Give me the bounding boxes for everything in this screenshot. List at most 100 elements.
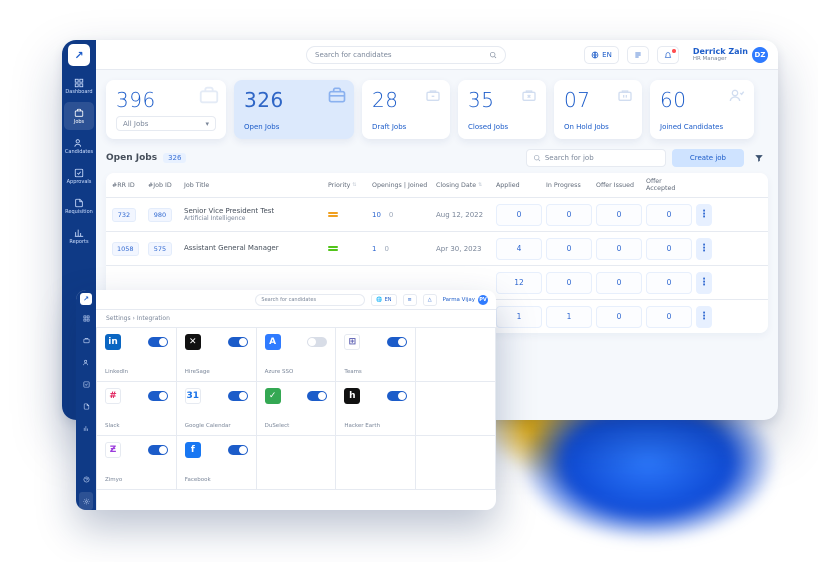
sidebar-item-dashboard[interactable]: Dashboard — [64, 72, 94, 100]
bell-small[interactable]: △ — [423, 294, 437, 306]
integration-toggle[interactable] — [228, 391, 248, 401]
sidebar-small: ↗ — [76, 290, 96, 510]
issued-cell[interactable]: 0 — [596, 238, 642, 260]
topbar: Search for candidates EN Derrick Zain HR… — [96, 40, 778, 70]
stat-closed-jobs[interactable]: 35 Closed Jobs — [458, 80, 546, 139]
app-logo[interactable]: ↗ — [68, 44, 90, 66]
notifications-button[interactable] — [657, 46, 679, 64]
col-priority[interactable]: Priority⇅ — [328, 182, 368, 189]
language-button[interactable]: EN — [584, 46, 619, 64]
progress-cell[interactable]: 0 — [546, 238, 592, 260]
integration-toggle[interactable] — [307, 337, 327, 347]
openings-joined: 10 — [372, 245, 432, 253]
create-job-button[interactable]: Create job — [672, 149, 744, 167]
row-menu-button[interactable]: ⋮ — [696, 272, 712, 294]
search-placeholder: Search for candidates — [261, 297, 316, 303]
briefcase-edit-icon — [424, 87, 442, 103]
row-menu-button[interactable]: ⋮ — [696, 204, 712, 226]
briefcase-pause-icon — [616, 87, 634, 103]
rr-chip[interactable]: 732 — [112, 208, 136, 222]
jobid-chip[interactable]: 980 — [148, 208, 172, 222]
col-issued[interactable]: Offer Issued — [596, 182, 642, 189]
col-jobid[interactable]: #Job ID — [148, 182, 180, 189]
stat-open-jobs[interactable]: 326 Open Jobs — [234, 80, 354, 139]
jobid-chip[interactable]: 575 — [148, 242, 172, 256]
user-menu[interactable]: Derrick Zain HR Manager DZ — [693, 47, 768, 63]
row-menu-button[interactable]: ⋮ — [696, 238, 712, 260]
col-rrid[interactable]: #RR ID — [112, 182, 144, 189]
progress-cell[interactable]: 0 — [546, 204, 592, 226]
accepted-cell[interactable]: 0 — [646, 238, 692, 260]
section-bar: Open Jobs 326 Search for job Create job — [96, 149, 778, 173]
sidebar-item-reports[interactable]: Reports — [64, 222, 94, 250]
progress-cell[interactable]: 1 — [546, 306, 592, 328]
col-openings[interactable]: Openings | Joined — [372, 182, 432, 189]
nav-help[interactable] — [79, 470, 93, 488]
accepted-cell[interactable]: 0 — [646, 306, 692, 328]
applied-cell[interactable]: 4 — [496, 238, 542, 260]
applied-cell[interactable]: 1 — [496, 306, 542, 328]
sidebar-item-requisition[interactable]: Requisition — [64, 192, 94, 220]
integration-toggle[interactable] — [228, 445, 248, 455]
nav-approvals[interactable] — [79, 375, 93, 393]
issued-cell[interactable]: 0 — [596, 272, 642, 294]
integration-toggle[interactable] — [228, 337, 248, 347]
integration-icon: # — [105, 388, 121, 404]
col-progress[interactable]: In Progress — [546, 182, 592, 189]
nav-requisition[interactable] — [79, 397, 93, 415]
sidebar-item-jobs[interactable]: Jobs — [64, 102, 94, 130]
integration-toggle[interactable] — [148, 445, 168, 455]
search-small[interactable]: Search for candidates — [255, 294, 365, 306]
applied-cell[interactable]: 12 — [496, 272, 542, 294]
activity-button[interactable] — [627, 46, 649, 64]
stat-hold-jobs[interactable]: 07 On Hold Jobs — [554, 80, 642, 139]
breadcrumb[interactable]: Settings › Integration — [96, 310, 496, 328]
chart-icon — [83, 425, 90, 432]
integration-toggle[interactable] — [148, 337, 168, 347]
activity-small[interactable]: ≡ — [403, 294, 417, 306]
integration-toggle[interactable] — [387, 391, 407, 401]
global-search[interactable]: Search for candidates — [306, 46, 506, 64]
user-small[interactable]: Parma VijayPV — [443, 295, 488, 305]
search-placeholder: Search for job — [545, 154, 594, 162]
gear-icon — [83, 498, 90, 505]
table-row[interactable]: 732980Senior Vice President TestArtifici… — [106, 197, 768, 231]
nav-candidates[interactable] — [79, 353, 93, 371]
lang-label: EN — [602, 51, 612, 59]
col-applied[interactable]: Applied — [496, 182, 542, 189]
avatar: PV — [478, 295, 488, 305]
lang-small[interactable]: 🌐EN — [371, 294, 396, 306]
nav-jobs[interactable] — [79, 331, 93, 349]
sidebar-item-approvals[interactable]: Approvals — [64, 162, 94, 190]
all-jobs-dropdown[interactable]: All Jobs ▾ — [116, 116, 216, 131]
integration-toggle[interactable] — [148, 391, 168, 401]
issued-cell[interactable]: 0 — [596, 204, 642, 226]
stat-joined-candidates[interactable]: 60 Joined Candidates — [650, 80, 754, 139]
col-closing[interactable]: Closing Date⇅ — [436, 182, 492, 189]
integration-toggle[interactable] — [387, 337, 407, 347]
accepted-cell[interactable]: 0 — [646, 272, 692, 294]
job-search[interactable]: Search for job — [526, 149, 666, 167]
accepted-cell[interactable]: 0 — [646, 204, 692, 226]
progress-cell[interactable]: 0 — [546, 272, 592, 294]
nav-reports[interactable] — [79, 419, 93, 437]
applied-cell[interactable]: 0 — [496, 204, 542, 226]
rr-chip[interactable]: 1058 — [112, 242, 139, 256]
col-title[interactable]: Job Title — [184, 182, 324, 189]
nav-dashboard[interactable] — [79, 309, 93, 327]
help-icon — [83, 476, 90, 483]
row-menu-button[interactable]: ⋮ — [696, 306, 712, 328]
integration-toggle[interactable] — [307, 391, 327, 401]
stat-label: On Hold Jobs — [564, 123, 632, 131]
filter-button[interactable] — [750, 149, 768, 167]
table-row[interactable]: 1058575Assistant General Manager10Apr 30… — [106, 231, 768, 265]
issued-cell[interactable]: 0 — [596, 306, 642, 328]
app-logo-small[interactable]: ↗ — [80, 293, 92, 305]
stat-label: Joined Candidates — [660, 123, 744, 131]
col-accepted[interactable]: Offer Accepted — [646, 178, 692, 192]
stat-draft-jobs[interactable]: 28 Draft Jobs — [362, 80, 450, 139]
integration-cell: 31Google Calendar — [177, 382, 257, 436]
sidebar-item-candidates[interactable]: Candidates — [64, 132, 94, 160]
nav-settings[interactable] — [79, 492, 93, 510]
integrations-window: ↗ Search for candidates 🌐EN ≡ △ Parma Vi… — [76, 290, 496, 510]
